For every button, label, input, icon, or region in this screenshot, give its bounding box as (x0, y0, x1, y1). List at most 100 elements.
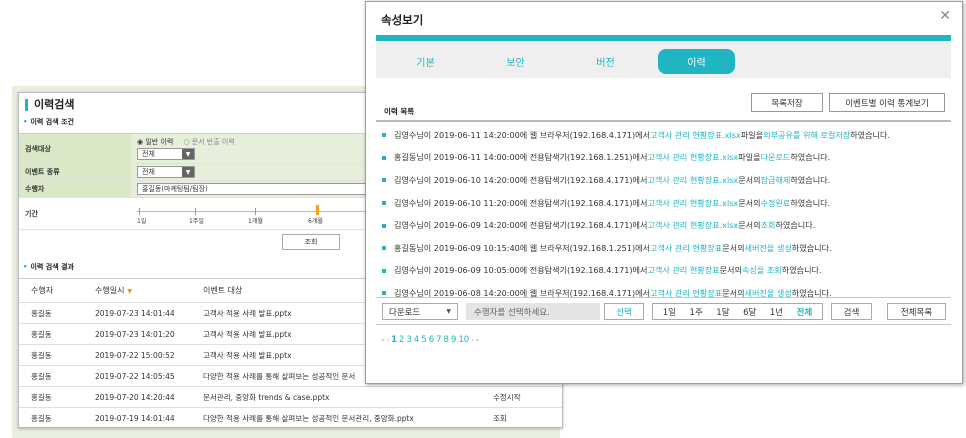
prev-page-icon[interactable]: ‹ (387, 337, 389, 344)
page-link[interactable]: 10 (458, 335, 469, 345)
search-button[interactable]: 검색 (831, 303, 872, 320)
chevron-down-icon: ▼ (446, 308, 451, 315)
page-link[interactable]: 1 (391, 335, 397, 345)
history-list-label: 이력 목록 (384, 107, 415, 116)
chevron-down-icon: ▼ (182, 167, 194, 177)
table-cell: 2019-07-23 14:01:20 (95, 329, 175, 339)
select-button[interactable]: 선택 (604, 303, 644, 320)
page-link[interactable]: 9 (451, 335, 456, 345)
bullet-icon (382, 246, 386, 251)
file-link[interactable]: 고객사 관리 현황장표.xlsx (647, 198, 738, 209)
page-link[interactable]: 6 (429, 335, 434, 345)
bullet-icon (382, 268, 386, 273)
table-row[interactable]: 홍길동 2019-07-19 14:01:44 다양한 적용 사례를 통해 살펴보는… (19, 408, 562, 427)
file-link[interactable]: 고객사 관리 현황장표 (650, 243, 722, 254)
history-text: 문서의 (738, 197, 761, 208)
action-text: 외부공유를 위해 로컬저장 (763, 129, 851, 140)
period-option[interactable]: 6달 (743, 306, 756, 318)
file-link[interactable]: 고객사 관리 현황장표.xlsx (647, 152, 738, 163)
history-text: 김영수님이 2019-06-11 14:20:00에 웹 브라우저(192.16… (394, 129, 651, 140)
bullet-icon (382, 133, 386, 138)
event-stats-button[interactable]: 이벤트별 이력 통계보기 (829, 93, 945, 112)
period-option[interactable]: 1달 (716, 306, 729, 318)
bullet-icon (382, 178, 386, 183)
target-label: 검색대상 (19, 134, 131, 163)
table-cell: 홍길동 (31, 329, 52, 339)
history-text: 홍길동님이 2019-06-11 14:00:00에 전용탐색기(192.168… (394, 152, 648, 163)
table-cell: 홍길동 (31, 371, 52, 381)
slider-handle[interactable] (316, 204, 319, 215)
history-text: 김영수님이 2019-06-10 14:20:00에 전용탐색기(192.168… (394, 174, 648, 185)
query-button[interactable]: 조회 (282, 234, 340, 250)
history-list: 김영수님이 2019-06-11 14:20:00에 웹 브라우저(192.16… (376, 120, 951, 305)
history-text: 문서의 (722, 242, 745, 253)
tick-label: 1개월 (248, 217, 263, 225)
history-text: 하였습니다. (850, 129, 891, 140)
page-link[interactable]: 3 (406, 335, 411, 345)
period-filter: 1일 1주 1달 6달 1년 전체 (652, 303, 823, 320)
history-item: 김영수님이 2019-06-10 11:20:00에 전용탐색기(192.168… (376, 192, 951, 215)
tab-basic[interactable]: 기본 (387, 49, 464, 74)
history-text: 홍길동님이 2019-06-09 10:15:40에 웹 브라우저(192.16… (394, 242, 651, 253)
tab-version[interactable]: 버전 (567, 49, 644, 74)
table-cell: 문서관리, 중앙화 trends & case.pptx (203, 392, 330, 402)
bullet-icon (382, 223, 386, 228)
file-link[interactable]: 고객사 관리 현황장표 (647, 265, 719, 276)
table-cell: 다양한 적용 사례를 통해 살펴보는 성공적인 문서관리, 중앙화.pptx (203, 413, 414, 423)
history-item: 김영수님이 2019-06-09 14:20:00에 전용탐색기(192.168… (376, 214, 951, 237)
action-text: 속성을 조회 (741, 265, 782, 276)
page-link[interactable]: 5 (421, 335, 426, 345)
history-item: 김영수님이 2019-06-09 10:05:00에 전용탐색기(192.168… (376, 260, 951, 283)
history-text: 문서의 (738, 220, 761, 231)
history-text: 하였습니다. (775, 220, 816, 231)
properties-dialog: 속성보기 ✕ 기본 보안 버전 이력 이력 목록 목록저장 이벤트별 이력 통계… (365, 1, 963, 384)
table-cell: 2019-07-20 14:20:44 (95, 392, 175, 402)
period-option[interactable]: 1년 (770, 306, 783, 318)
period-label: 기간 (19, 198, 131, 229)
first-page-icon[interactable]: « (381, 337, 385, 344)
save-list-button[interactable]: 목록저장 (751, 93, 823, 112)
performer-input[interactable]: 수행자를 선택하세요. (466, 303, 600, 320)
history-text: 하였습니다. (781, 265, 822, 276)
radio-general[interactable]: ◉ 일반 이력 (137, 137, 173, 147)
radio-export[interactable]: ○ 문서 반출 이력 (183, 137, 234, 147)
page-link[interactable]: 2 (399, 335, 404, 345)
page-link[interactable]: 8 (444, 335, 449, 345)
sort-date-header[interactable]: 수행일시 ▼ (95, 285, 203, 296)
page-link[interactable]: 4 (414, 335, 419, 345)
action-text: 조회 (760, 220, 776, 231)
file-link[interactable]: 고객사 관리 현황장표.xlsx (650, 130, 741, 141)
table-row[interactable]: 홍길동 2019-07-20 14:20:44 문서관리, 중앙화 trends &… (19, 387, 562, 408)
next-page-icon[interactable]: › (471, 337, 473, 344)
tick-label: 6개월 (308, 217, 323, 225)
period-option[interactable]: 전체 (797, 306, 813, 318)
history-text: 하였습니다. (790, 152, 831, 163)
download-select[interactable]: 다운로드 ▼ (382, 303, 458, 320)
period-option[interactable]: 1주 (690, 306, 703, 318)
history-text: 파일을 (740, 129, 764, 140)
last-page-icon[interactable]: » (476, 337, 480, 344)
tab-history[interactable]: 이력 (658, 49, 735, 74)
pagination: «‹ 1 2 3 4 5 6 7 8 9 10 ›» (381, 335, 479, 345)
table-cell: 조회 (493, 413, 507, 423)
table-cell: 2019-07-23 14:01:44 (95, 308, 175, 318)
file-link[interactable]: 고객사 관리 현황장표.xlsx (647, 175, 738, 186)
performer-field[interactable]: 홍길동(마케팅팀/팀장) (137, 183, 397, 195)
filter-bar: 다운로드 ▼ 수행자를 선택하세요. 선택 1일 1주 1달 6달 1년 전체 검색 전체목… (376, 297, 951, 325)
action-text: 다운로드 (760, 152, 791, 163)
history-text: 문서의 (719, 265, 742, 276)
table-cell: 홍길동 (31, 350, 52, 360)
page-link[interactable]: 7 (436, 335, 441, 345)
all-list-button[interactable]: 전체목록 (887, 303, 946, 320)
action-text: 잠금해제 (760, 174, 791, 185)
close-icon[interactable]: ✕ (939, 8, 951, 24)
event-select[interactable]: 전체 ▼ (137, 166, 195, 178)
period-option[interactable]: 1일 (663, 306, 676, 318)
results-label: 이력 검색 결과 (23, 262, 74, 272)
history-text: 문서의 (738, 174, 761, 185)
table-cell: 홍길동 (31, 392, 52, 402)
file-link[interactable]: 고객사 관리 현황장표.xlsx (647, 220, 738, 231)
tab-security[interactable]: 보안 (477, 49, 554, 74)
target-select[interactable]: 전체 ▼ (137, 148, 195, 160)
action-text: 수정완료 (760, 197, 791, 208)
